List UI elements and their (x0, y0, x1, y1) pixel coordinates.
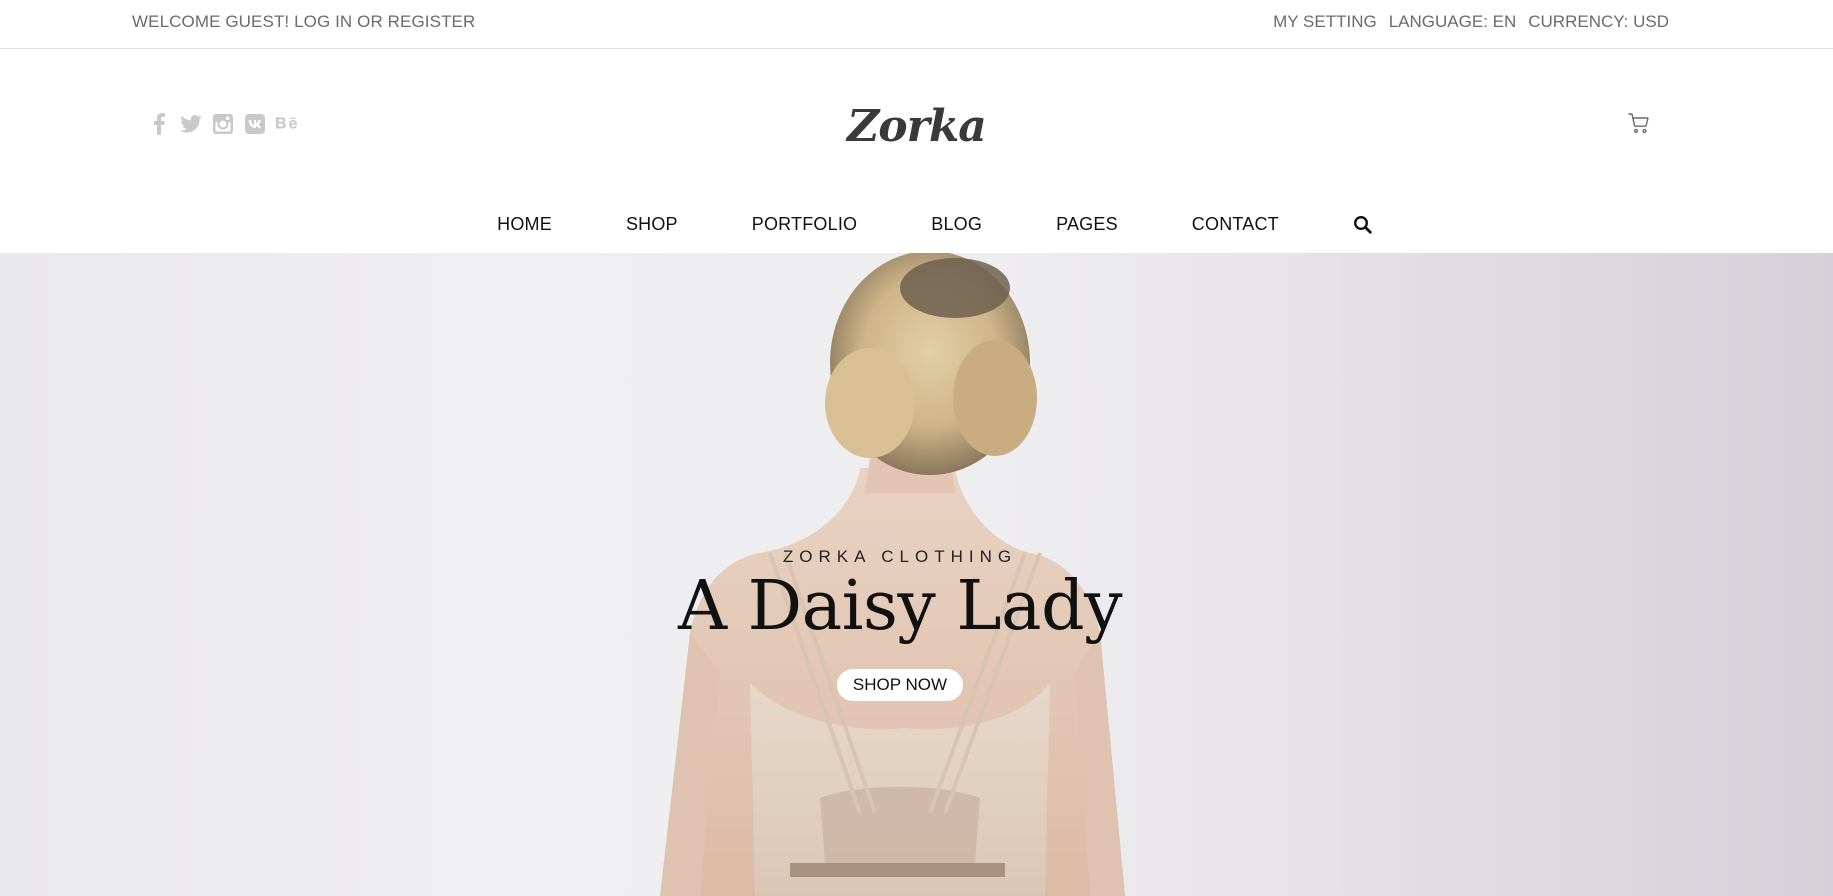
hero-kicker: ZORKA CLOTHING (782, 547, 1018, 566)
nav-item-blog[interactable]: BLOG (931, 214, 982, 235)
language-selector[interactable]: LANGUAGE: EN (1389, 12, 1517, 32)
nav-item-pages[interactable]: PAGES (1056, 214, 1118, 235)
nav-item-home[interactable]: HOME (497, 214, 552, 235)
search-icon[interactable] (1353, 215, 1373, 235)
nav-item-portfolio[interactable]: PORTFOLIO (752, 214, 858, 235)
login-link[interactable]: LOG IN (294, 12, 352, 31)
cart-icon[interactable] (1627, 111, 1651, 135)
top-bar-settings: MY SETTING LANGUAGE: EN CURRENCY: USD (1273, 12, 1669, 32)
or-text: OR (357, 12, 383, 31)
site-logo[interactable]: Zorka (0, 101, 1833, 152)
hero-headline: A Daisy Lady (677, 567, 1123, 646)
main-navigation: HOME SHOP PORTFOLIO BLOG PAGES CONTACT (0, 214, 1833, 235)
nav-item-shop[interactable]: SHOP (626, 214, 678, 235)
my-setting-link[interactable]: MY SETTING (1273, 12, 1377, 32)
nav-item-contact[interactable]: CONTACT (1192, 214, 1279, 235)
site-header: Zorka HOME SHOP PORTFOLIO BLOG PAGES CON… (0, 49, 1833, 253)
register-link[interactable]: REGISTER (388, 12, 476, 31)
welcome-message: WELCOME GUEST! LOG IN OR REGISTER (132, 12, 475, 32)
currency-selector[interactable]: CURRENCY: USD (1528, 12, 1669, 32)
welcome-text: WELCOME GUEST! (132, 12, 290, 31)
top-bar: WELCOME GUEST! LOG IN OR REGISTER MY SET… (0, 0, 1833, 49)
hero-banner: ZORKA CLOTHING A Daisy Lady SHOP NOW (0, 253, 1833, 896)
shop-now-button[interactable]: SHOP NOW (837, 669, 963, 701)
